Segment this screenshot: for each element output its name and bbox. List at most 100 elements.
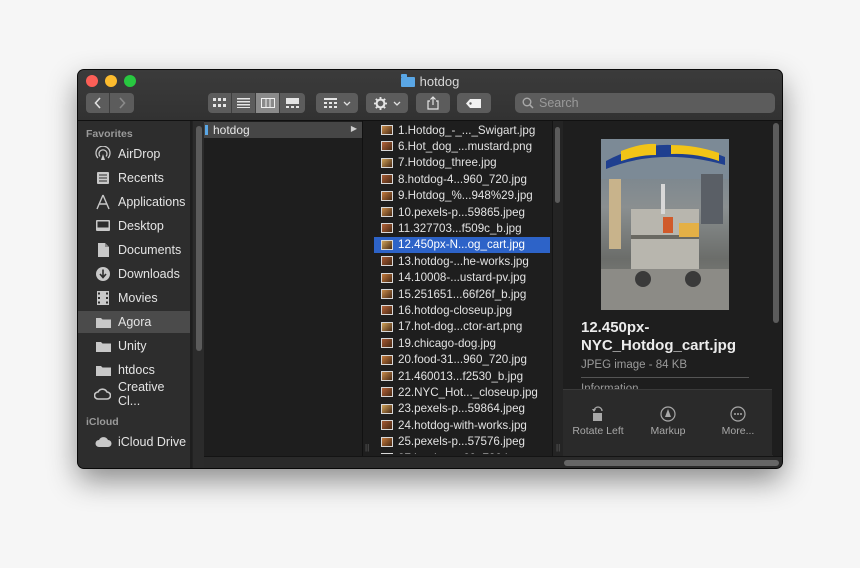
file-row[interactable]: 6.Hot_dog_...mustard.png [374,138,550,154]
file-row-label: 6.Hot_dog_...mustard.png [398,139,533,153]
sidebar: Favorites AirDrop Recents Applications D… [78,121,190,468]
folder-icon [94,338,112,354]
file-row-label: 16.hotdog-closeup.jpg [398,303,513,317]
file-row[interactable]: 22.NYC_Hot..._closeup.jpg [374,384,550,400]
folder-row-hotdog[interactable]: hotdog ▶ [204,122,362,138]
file-row[interactable]: 17.hot-dog...ctor-art.png [374,319,550,335]
icon-view-button[interactable] [208,93,232,113]
sidebar-item-htdocs[interactable]: htdocs [78,359,190,381]
sidebar-item-applications[interactable]: Applications [78,191,190,213]
disclosure-arrow-icon: ▶ [350,124,357,133]
recents-icon [94,170,112,186]
scrollbar-thumb[interactable] [555,127,560,203]
forward-button[interactable] [110,93,134,113]
folder-icon [94,362,112,378]
image-thumbnail-icon [381,190,393,201]
sidebar-item-label: Creative Cl... [117,380,165,408]
chevron-right-icon [119,97,126,109]
share-button[interactable] [416,93,450,113]
sidebar-item-airdrop[interactable]: AirDrop [78,143,190,165]
sidebar-item-label: Recents [118,171,164,185]
image-thumbnail-icon [381,272,393,283]
file-row[interactable]: 9.Hotdog_%...948%29.jpg [374,188,550,204]
file-row[interactable]: 20.food-31...960_720.jpg [374,352,550,368]
file-row-label: 17.hot-dog...ctor-art.png [398,320,523,334]
file-row-label: 25.pexels-p...57576.jpeg [398,435,525,449]
preview-pane: 12.450px- NYC_Hotdog_cart.jpg JPEG image… [563,121,782,468]
image-thumbnail-icon [381,223,393,234]
rotate-left-button[interactable]: Rotate Left [563,404,633,437]
gear-icon [373,96,387,110]
image-thumbnail-icon [381,403,393,414]
image-thumbnail-icon [381,420,393,431]
sidebar-item-movies[interactable]: Movies [78,287,190,309]
file-row[interactable]: 1.Hotdog_-_..._Swigart.jpg [374,122,550,138]
file-row[interactable]: 15.251651...66f26f_b.jpg [374,286,550,302]
group-button[interactable] [316,93,358,113]
quick-actions-bar: Rotate Left Markup More... [563,389,773,457]
column-resize-handle[interactable]: || [556,443,560,452]
file-row[interactable]: 14.10008-...ustard-pv.jpg [374,270,550,286]
file-row[interactable]: 10.pexels-p...59865.jpeg [374,204,550,220]
sidebar-item-downloads[interactable]: Downloads [78,263,190,285]
gallery-view-button[interactable] [280,93,304,113]
file-row-label: 24.hotdog-with-works.jpg [398,418,527,432]
file-row[interactable]: 27.hotdog-...60_720.jpg [374,450,550,454]
list-view-button[interactable] [232,93,256,113]
window-title-text: hotdog [419,74,460,89]
sidebar-item-creative-cloud[interactable]: Creative Cl... [78,380,190,408]
icon-view-icon [213,98,226,107]
file-row[interactable]: 19.chicago-dog.jpg [374,335,550,351]
list-view-icon [237,98,250,108]
share-icon [427,96,439,110]
scrollbar-thumb[interactable] [773,123,779,323]
file-row[interactable]: 23.pexels-p...59864.jpeg [374,401,550,417]
file-row-label: 14.10008-...ustard-pv.jpg [398,271,527,285]
sidebar-item-unity[interactable]: Unity [78,335,190,357]
file-row[interactable]: 16.hotdog-closeup.jpg [374,302,550,318]
sidebar-item-documents[interactable]: Documents [78,239,190,261]
markup-button[interactable]: Markup [633,404,703,437]
file-row[interactable]: 12.450px-N...og_cart.jpg [374,236,550,253]
file-row[interactable]: 25.pexels-p...57576.jpeg [374,434,550,450]
sidebar-item-icloud-drive[interactable]: iCloud Drive [78,431,190,453]
tag-button[interactable] [457,93,491,113]
file-row[interactable]: 8.hotdog-4...960_720.jpg [374,171,550,187]
sidebar-item-label: iCloud Drive [118,435,187,449]
sidebar-item-desktop[interactable]: Desktop [78,215,190,237]
action-button[interactable] [366,93,408,113]
preview-file-name-line1: 12.450px- [581,319,650,336]
applications-icon [94,194,112,210]
scrollbar-thumb[interactable] [564,460,779,466]
back-button[interactable] [86,93,110,113]
file-row[interactable]: 7.Hotdog_three.jpg [374,155,550,171]
column-scrollbar[interactable] [552,121,563,456]
file-row[interactable]: 24.hotdog-with-works.jpg [374,417,550,433]
chevron-left-icon [93,97,101,109]
scrollbar-thumb[interactable] [196,126,202,351]
image-thumbnail-icon [381,125,393,135]
sidebar-item-agora[interactable]: Agora [78,311,190,333]
more-button[interactable]: More... [703,404,773,437]
markup-label: Markup [650,425,686,437]
sidebar-item-label: Unity [118,339,147,353]
search-field[interactable]: Search [515,93,775,113]
horizontal-scrollbar[interactable] [204,456,782,468]
column-view-button[interactable] [256,93,280,113]
rotate-left-label: Rotate Left [572,425,624,437]
file-row[interactable]: 11.327703...f509c_b.jpg [374,220,550,236]
folder-icon [205,125,208,135]
file-row-label: 23.pexels-p...59864.jpeg [398,402,525,416]
preview-file-kind: JPEG image - 84 KB [581,359,688,371]
sidebar-item-label: Agora [118,315,152,329]
preview-scrollbar[interactable] [772,121,782,455]
column-resize-handle[interactable]: || [365,443,369,452]
markup-icon [633,404,703,424]
nav-buttons [86,93,134,113]
column-view-icon [260,98,275,108]
file-row[interactable]: 13.hotdog-...he-works.jpg [374,253,550,269]
sidebar-item-recents[interactable]: Recents [78,167,190,189]
tag-icon [466,98,481,108]
file-row[interactable]: 21.460013...f2530_b.jpg [374,368,550,384]
image-thumbnail-icon [381,387,393,398]
